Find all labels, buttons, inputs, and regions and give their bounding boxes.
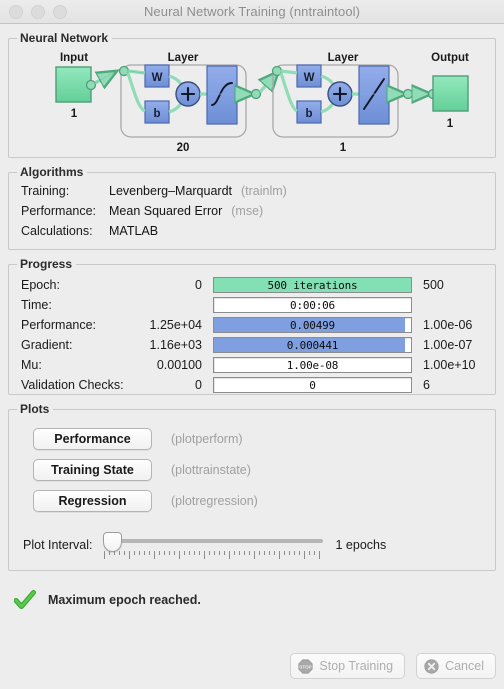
svg-text:STOP: STOP: [300, 664, 312, 669]
svg-text:1: 1: [340, 142, 347, 154]
training-label: Training:: [21, 184, 70, 198]
progress-row-gradient: Gradient: 1.16e+03 0.000441 1.00e-07: [21, 335, 495, 355]
epoch-max: 500: [423, 278, 444, 292]
validation-checks-max: 6: [423, 378, 430, 392]
progress-row-time: Time: 0:00:06: [21, 295, 495, 315]
validation-checks-bar-text: 0: [309, 378, 316, 392]
performance-function: (mse): [231, 204, 264, 218]
performance-progress-bar: 0.00499: [213, 317, 412, 333]
performance-plot-function: (plotperform): [171, 431, 243, 446]
slider-thumb[interactable]: [103, 532, 123, 552]
cancel-button[interactable]: Cancel: [416, 653, 496, 679]
svg-text:20: 20: [177, 142, 190, 154]
plot-interval-value: 1 epochs: [335, 538, 387, 552]
training-state-plot-function: (plottrainstate): [171, 462, 251, 477]
status-row: Maximum epoch reached.: [8, 589, 496, 611]
training-function: (trainlm): [241, 184, 287, 198]
x-circle-icon: [424, 658, 439, 674]
gradient-min: 1.16e+03: [149, 338, 202, 352]
calculations-value: MATLAB: [109, 224, 159, 238]
svg-text:Input: Input: [60, 52, 88, 64]
time-bar-text: 0:00:06: [290, 298, 335, 312]
algorithm-row-training: Training: Levenberg–Marquardt (trainlm): [21, 184, 495, 204]
title-bar: Neural Network Training (nntraintool): [0, 0, 504, 24]
algorithm-row-calculations: Calculations: MATLAB: [21, 224, 495, 244]
validation-checks-min: 0: [195, 378, 202, 392]
plot-interval-row: Plot Interval: 1 epochs: [9, 530, 495, 560]
progress-row-mu: Mu: 0.00100 1.00e-08 1.00e+10: [21, 355, 495, 375]
mu-max: 1.00e+10: [423, 358, 476, 372]
svg-text:W: W: [304, 72, 315, 84]
neural-network-group: Neural Network Input 1 Layer W b 20 Laye…: [8, 31, 496, 158]
stop-training-button[interactable]: STOP Stop Training: [290, 653, 406, 679]
slider-track[interactable]: [110, 539, 324, 543]
performance-bar-text: 0.00499: [290, 318, 335, 332]
plot-interval-label: Plot Interval:: [23, 538, 93, 552]
algorithms-group: Algorithms Training: Levenberg–Marquardt…: [8, 165, 496, 250]
svg-text:W: W: [152, 72, 163, 84]
algorithms-legend: Algorithms: [17, 165, 88, 179]
training-value: Levenberg–Marquardt: [109, 184, 232, 198]
progress-row-validation-checks: Validation Checks: 0 0 6: [21, 375, 495, 395]
performance-plot-button[interactable]: Performance: [33, 427, 152, 450]
slider-tick-marks: [104, 551, 321, 559]
stop-sign-icon: STOP: [298, 658, 314, 674]
mu-label: Mu:: [21, 358, 42, 372]
progress-legend: Progress: [17, 257, 77, 271]
regression-plot-button[interactable]: Regression: [33, 489, 152, 512]
time-progress-bar: 0:00:06: [213, 297, 412, 313]
performance-progress-label: Performance:: [21, 318, 97, 332]
svg-text:Layer: Layer: [168, 52, 199, 64]
performance-label: Performance:: [21, 204, 97, 218]
validation-checks-progress-bar: 0: [213, 377, 412, 393]
window-body: Neural Network Input 1 Layer W b 20 Laye…: [0, 31, 504, 689]
progress-row-performance: Performance: 1.25e+04 0.00499 1.00e-06: [21, 315, 495, 335]
svg-text:Layer: Layer: [328, 52, 359, 64]
gradient-progress-bar: 0.000441: [213, 337, 412, 353]
plot-row-regression: Regression (plotregression): [9, 485, 495, 516]
progress-row-epoch: Epoch: 0 500 iterations 500: [21, 275, 495, 295]
plots-legend: Plots: [17, 402, 54, 416]
epoch-min: 0: [195, 278, 202, 292]
footer-buttons: STOP Stop Training Cancel: [290, 653, 496, 679]
performance-min: 1.25e+04: [149, 318, 202, 332]
gradient-bar-text: 0.000441: [286, 338, 339, 352]
epoch-label: Epoch:: [21, 278, 60, 292]
mu-min: 0.00100: [156, 358, 202, 372]
plots-group: Plots Performance (plotperform) Training…: [8, 402, 496, 571]
green-checkmark-icon: [14, 590, 36, 609]
time-label: Time:: [21, 298, 52, 312]
stop-training-label: Stop Training: [319, 659, 394, 673]
window-title: Neural Network Training (nntraintool): [143, 4, 361, 19]
svg-text:1: 1: [71, 108, 78, 120]
svg-text:b: b: [153, 108, 160, 120]
gradient-max: 1.00e-07: [423, 338, 473, 352]
cancel-label: Cancel: [445, 659, 484, 673]
regression-plot-function: (plotregression): [171, 493, 258, 508]
performance-value: Mean Squared Error: [109, 204, 223, 218]
neural-network-legend: Neural Network: [17, 31, 113, 45]
mu-bar-text: 1.00e-08: [286, 358, 339, 372]
plot-interval-slider[interactable]: [101, 530, 324, 560]
svg-text:1: 1: [447, 118, 454, 130]
epoch-bar-text: 500 iterations: [267, 278, 358, 292]
training-state-plot-button[interactable]: Training State: [33, 458, 152, 481]
svg-text:b: b: [305, 108, 312, 120]
status-message: Maximum epoch reached.: [48, 593, 201, 607]
plot-row-performance: Performance (plotperform): [9, 423, 495, 454]
plot-row-training-state: Training State (plottrainstate): [9, 454, 495, 485]
calculations-label: Calculations:: [21, 224, 93, 238]
performance-max: 1.00e-06: [423, 318, 473, 332]
algorithm-row-performance: Performance: Mean Squared Error (mse): [21, 204, 495, 224]
mu-progress-bar: 1.00e-08: [213, 357, 412, 373]
epoch-progress-bar: 500 iterations: [213, 277, 412, 293]
validation-checks-label: Validation Checks:: [21, 378, 124, 392]
gradient-label: Gradient:: [21, 338, 73, 352]
progress-group: Progress Epoch: 0 500 iterations 500 Tim…: [8, 257, 496, 395]
svg-text:Output: Output: [431, 52, 469, 64]
neural-network-diagram: Input 1 Layer W b 20 Layer W b 1 Output …: [55, 52, 469, 154]
